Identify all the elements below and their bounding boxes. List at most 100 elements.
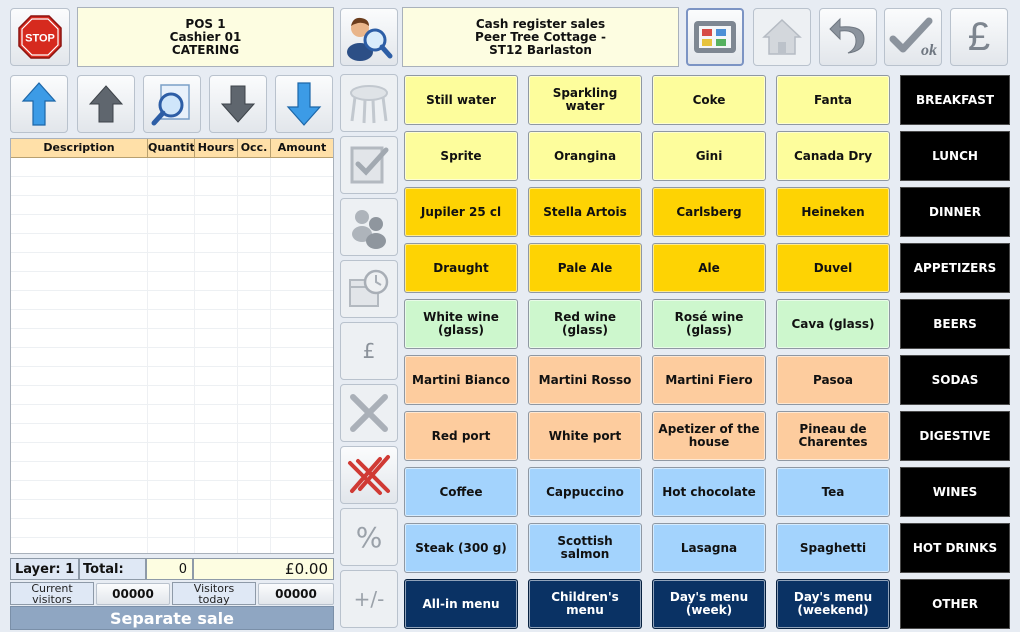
product-button[interactable]: Martini Fiero [652,355,766,405]
arrow-down-icon [220,85,256,123]
product-button[interactable]: Pale Ale [528,243,642,293]
discount-button[interactable]: % [340,508,398,566]
customers-button[interactable] [340,198,398,256]
column-description: Description [11,139,148,157]
double-cross-icon [348,455,390,495]
home-button[interactable] [753,8,811,66]
column-quantity: Quantity [148,139,195,157]
category-button[interactable]: HOT DRINKS [900,523,1010,573]
category-button[interactable]: BREAKFAST [900,75,1010,125]
pos-info-panel: POS 1 Cashier 01 CATERING [77,7,334,67]
product-button[interactable]: Sparkling water [528,75,642,125]
product-button[interactable]: Heineken [776,187,890,237]
category-button[interactable]: OTHER [900,579,1010,629]
product-button[interactable]: Day's menu (week) [652,579,766,629]
product-button[interactable]: Gini [652,131,766,181]
total-quantity: 0 [146,558,193,580]
column-amount: Amount [277,141,327,154]
currency-button[interactable]: £ [950,8,1008,66]
product-button[interactable]: Ale [652,243,766,293]
people-icon [352,210,386,249]
product-button[interactable]: Rosé wine (glass) [652,299,766,349]
product-button[interactable]: Canada Dry [776,131,890,181]
plus-minus-icon: +/- [353,587,385,611]
order-rows[interactable] [11,158,333,553]
sales-mode: Cash register sales [475,16,606,31]
product-button[interactable]: White wine (glass) [404,299,518,349]
product-button[interactable]: Red port [404,411,518,461]
scroll-bottom-button[interactable] [275,75,333,133]
schedule-button[interactable] [340,260,398,318]
product-button[interactable]: Pineau de Charentes [776,411,890,461]
product-button[interactable]: All-in menu [404,579,518,629]
product-button[interactable]: Children's menu [528,579,642,629]
product-button[interactable]: Tea [776,467,890,517]
product-button[interactable]: Jupiler 25 cl [404,187,518,237]
product-button[interactable]: Martini Bianco [404,355,518,405]
product-button[interactable]: Lasagna [652,523,766,573]
arrow-top-icon [21,82,57,126]
product-button[interactable]: Orangina [528,131,642,181]
category-button[interactable]: APPETIZERS [900,243,1010,293]
table-layout-button[interactable] [340,74,398,132]
stop-button[interactable]: STOP [10,8,70,66]
total-amount: £0.00 [193,558,334,580]
product-button[interactable]: Coffee [404,467,518,517]
scroll-top-button[interactable] [10,75,68,133]
visitors-today-value[interactable]: 00000 [258,583,334,605]
arrow-bottom-icon [286,82,322,126]
current-visitors-value[interactable]: 00000 [96,583,170,605]
product-button[interactable]: Still water [404,75,518,125]
delete-line-button[interactable] [340,384,398,442]
category-button[interactable]: WINES [900,467,1010,517]
product-button[interactable]: White port [528,411,642,461]
product-button[interactable]: Martini Rosso [528,355,642,405]
category-button[interactable]: DIGESTIVE [900,411,1010,461]
separate-sale-button[interactable]: Separate sale [10,606,334,630]
confirm-ok-button[interactable]: ok [884,8,942,66]
product-button[interactable]: Sprite [404,131,518,181]
order-table-header: Description Quantity Hours Occ. Amount [11,139,333,158]
cancel-all-button[interactable] [340,446,398,504]
order-table[interactable]: Description Quantity Hours Occ. Amount [10,138,334,554]
product-button[interactable]: Stella Artois [528,187,642,237]
product-button[interactable]: Spaghetti [776,523,890,573]
pos-number: POS 1 [185,16,226,31]
scroll-up-button[interactable] [77,75,135,133]
percent-icon: % [355,520,383,554]
product-button[interactable]: Apetizer of the house [652,411,766,461]
product-button[interactable]: Red wine (glass) [528,299,642,349]
product-button[interactable]: Fanta [776,75,890,125]
scroll-down-button[interactable] [209,75,267,133]
zoom-view-button[interactable] [143,75,201,133]
product-button[interactable]: Hot chocolate [652,467,766,517]
pound-icon: £ [362,339,376,363]
category-button[interactable]: SODAS [900,355,1010,405]
checklist-icon [350,146,389,184]
pound-payment-button[interactable]: £ [340,322,398,380]
product-button[interactable]: Day's menu (weekend) [776,579,890,629]
product-button[interactable]: Scottish salmon [528,523,642,573]
category-button[interactable]: BEERS [900,299,1010,349]
sign-toggle-button[interactable]: +/- [340,570,398,628]
register-view-button[interactable] [686,8,744,66]
current-visitors-label: Current visitors [10,582,94,605]
product-button[interactable]: Pasoa [776,355,890,405]
home-icon [762,18,802,55]
category-button[interactable]: DINNER [900,187,1010,237]
store-name: Peer Tree Cottage - [475,29,606,44]
category-button[interactable]: LUNCH [900,131,1010,181]
product-button[interactable]: Cappuccino [528,467,642,517]
product-button[interactable]: Carlsberg [652,187,766,237]
product-button[interactable]: Cava (glass) [776,299,890,349]
product-button[interactable]: Draught [404,243,518,293]
product-button[interactable]: Steak (300 g) [404,523,518,573]
round-table-icon [350,85,388,124]
undo-button[interactable] [819,8,877,66]
product-button[interactable]: Duvel [776,243,890,293]
product-button[interactable]: Coke [652,75,766,125]
total-label: Total: [79,558,146,580]
checklist-button[interactable] [340,136,398,194]
customer-search-button[interactable] [340,8,398,66]
cash-register-icon [694,21,736,53]
